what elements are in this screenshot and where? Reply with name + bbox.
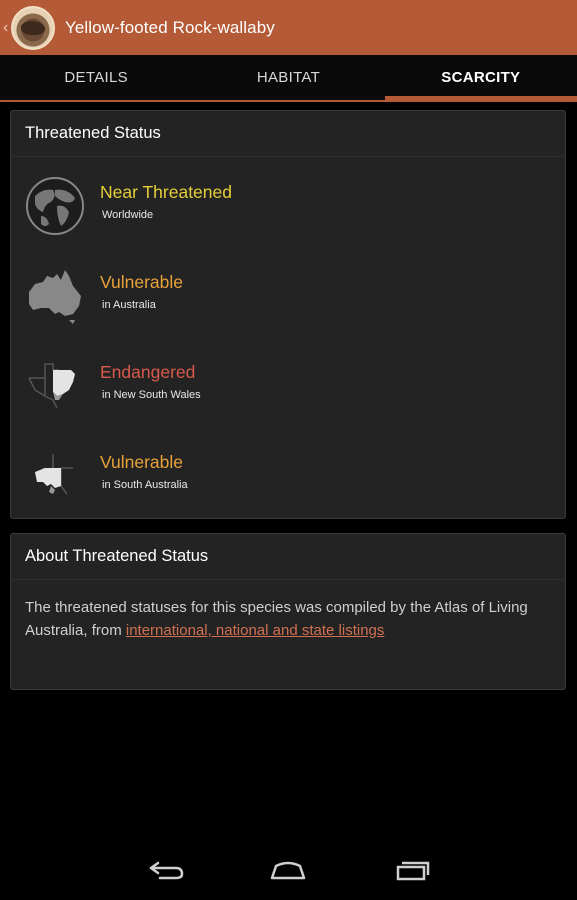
threatened-status-card: Threatened Status Near Threatened Worldw…	[10, 110, 566, 519]
status-label: Near Threatened	[100, 182, 232, 202]
app-logo-icon[interactable]	[11, 5, 55, 50]
status-label: Vulnerable	[100, 452, 184, 472]
tab-scarcity[interactable]: SCARCITY	[384, 55, 577, 102]
status-scope: Worldwide	[102, 209, 154, 221]
status-row-australia: Vulnerable in Australia	[25, 266, 545, 336]
tab-bar: DETAILS HABITAT SCARCITY	[0, 55, 577, 102]
home-icon[interactable]	[268, 858, 308, 882]
south-australia-map-icon	[34, 454, 73, 495]
about-status-card: About Threatened Status The threatened s…	[10, 533, 566, 690]
tab-habitat[interactable]: HABITAT	[192, 55, 384, 100]
status-scope: in New South Wales	[102, 389, 201, 401]
australia-map-icon	[29, 270, 81, 324]
page-title: Yellow-footed Rock-wallaby	[65, 17, 275, 37]
action-bar: ‹ Yellow-footed Rock-wallaby	[0, 0, 577, 55]
status-label: Endangered	[100, 362, 196, 382]
recent-apps-icon[interactable]	[392, 858, 432, 882]
status-label: Vulnerable	[100, 272, 184, 292]
card-title: Threatened Status	[11, 111, 565, 157]
status-row-worldwide: Near Threatened Worldwide	[25, 176, 545, 246]
back-caret-icon[interactable]: ‹	[3, 19, 11, 37]
card-title: About Threatened Status	[11, 534, 565, 580]
status-scope: in Australia	[102, 299, 156, 311]
system-nav-bar	[0, 840, 577, 900]
tab-details[interactable]: DETAILS	[0, 55, 192, 100]
about-text: The threatened statuses for this species…	[11, 580, 565, 642]
globe-icon	[26, 177, 84, 235]
status-row-nsw: Endangered in New South Wales	[25, 356, 545, 426]
status-row-south-australia: Vulnerable in South Australia	[25, 446, 545, 516]
status-scope: in South Australia	[102, 479, 188, 491]
listings-link[interactable]: international, national and state listin…	[126, 622, 385, 639]
nsw-map-icon	[28, 363, 75, 409]
back-icon[interactable]	[146, 858, 186, 882]
